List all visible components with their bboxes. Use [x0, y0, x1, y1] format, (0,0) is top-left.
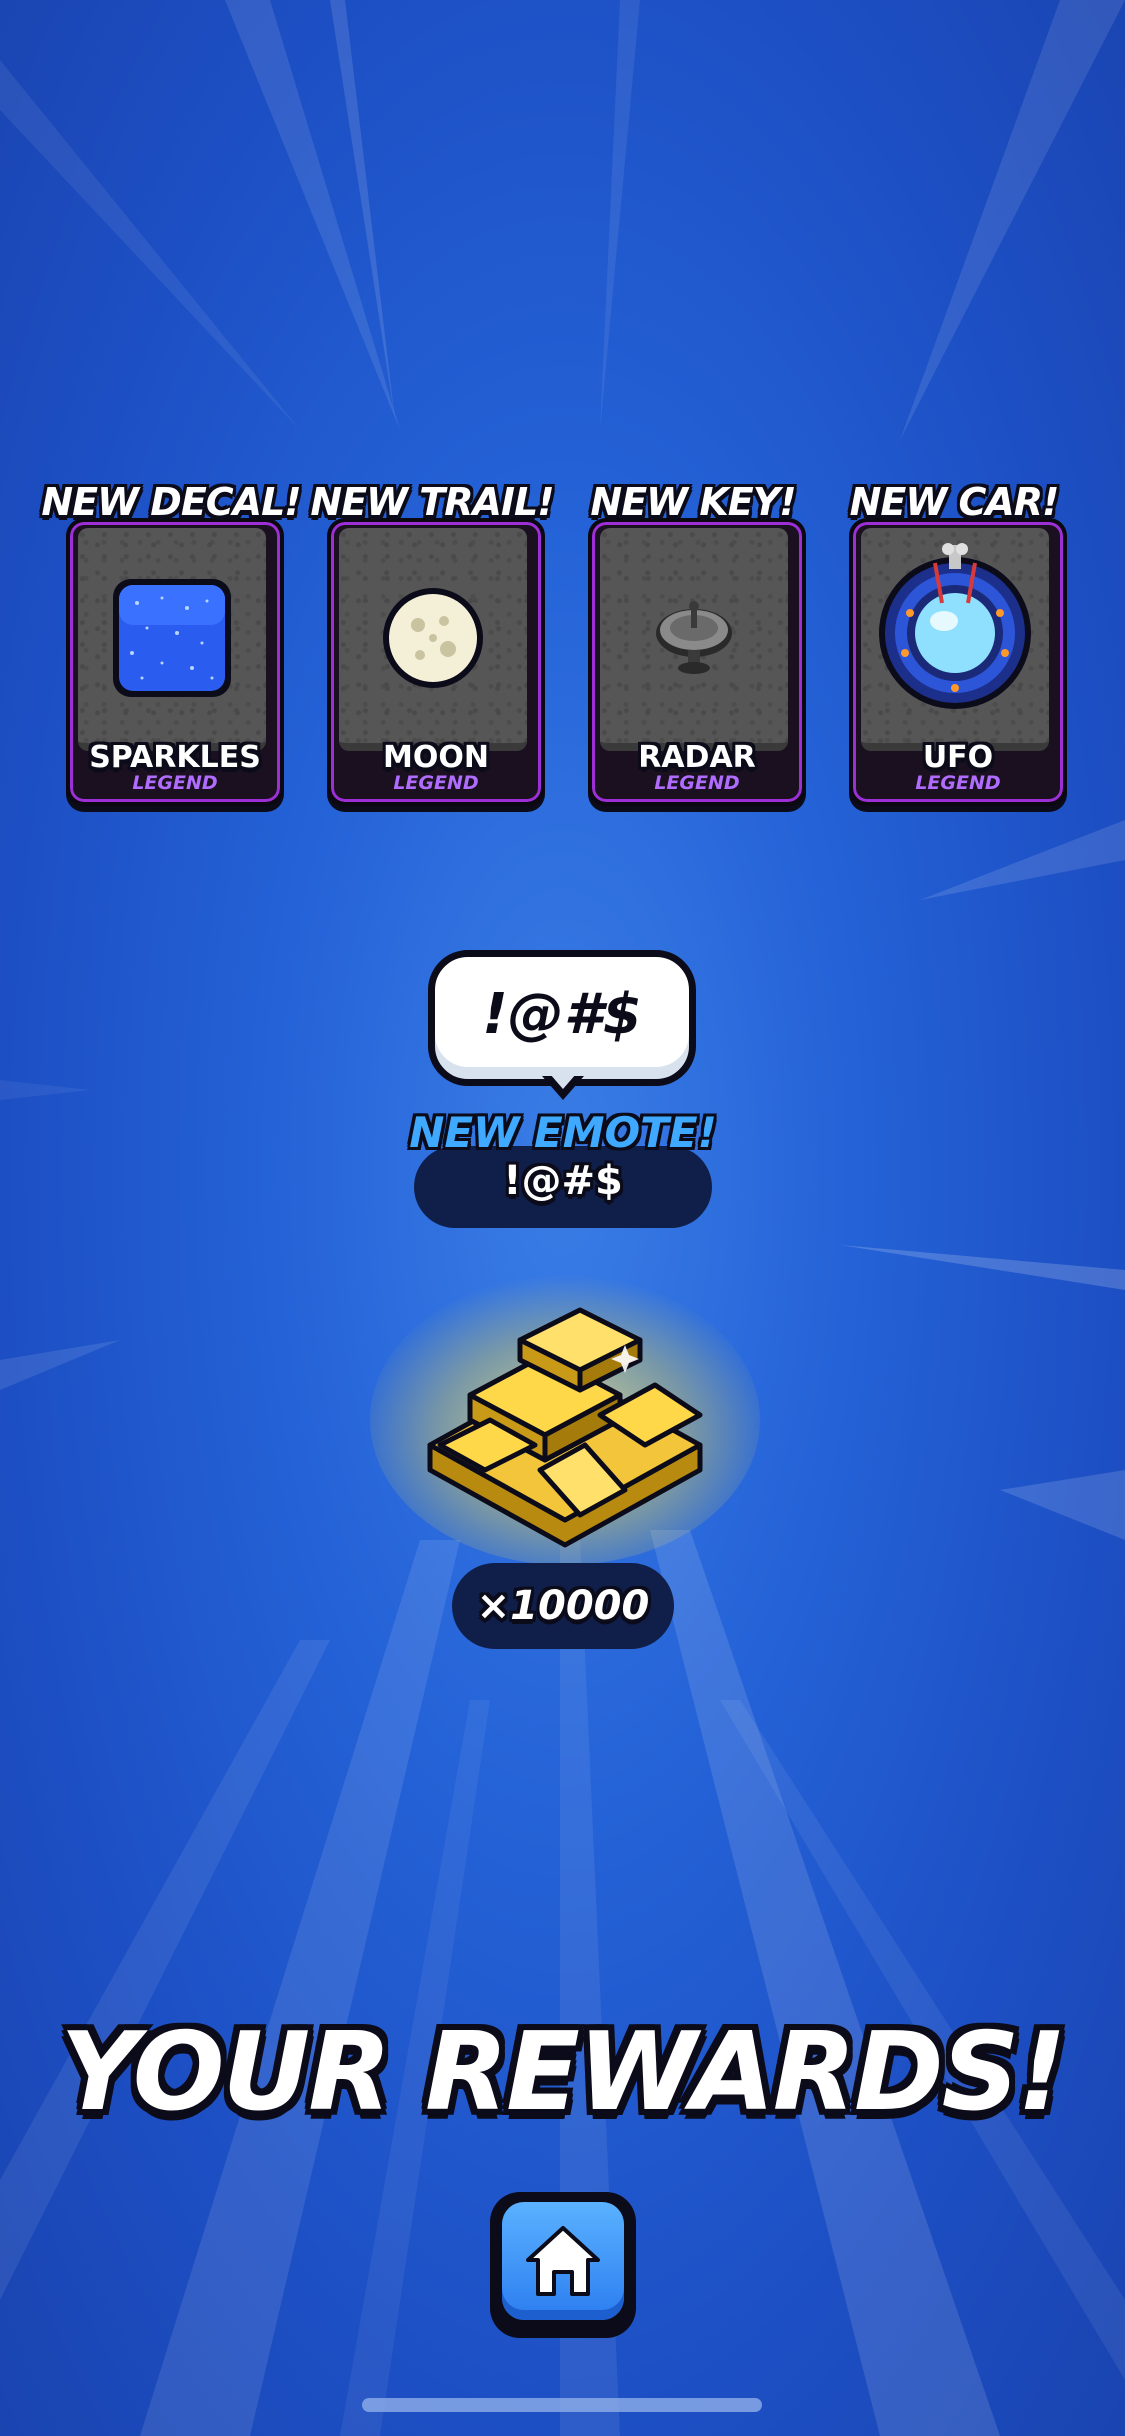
card-display-area: [339, 528, 527, 751]
reward-rarity: LEGEND: [654, 772, 740, 794]
card-frame: SPARKLES LEGEND: [66, 518, 284, 806]
reward-header: NEW KEY!: [590, 480, 796, 524]
home-icon: [526, 2226, 600, 2296]
sparkles-decal-icon: [113, 579, 231, 697]
emote-bubble-text: !@#$: [482, 981, 642, 1047]
emote-title: NEW EMOTE!: [409, 1108, 717, 1157]
reward-rarity: LEGEND: [915, 772, 1001, 794]
reward-header: NEW TRAIL!: [310, 480, 554, 524]
coin-pile-icon: [370, 1275, 760, 1565]
reward-rarity: LEGEND: [132, 772, 218, 794]
card-frame: UFO LEGEND: [849, 518, 1067, 806]
ufo-car-icon: [879, 543, 1031, 709]
card-display-area: [78, 528, 266, 751]
moon-trail-icon: [383, 588, 483, 688]
coin-amount-pill: ×10000: [452, 1563, 674, 1649]
reward-header: NEW DECAL!: [41, 480, 301, 524]
emote-name: !@#$: [503, 1158, 623, 1204]
reward-name: UFO: [922, 740, 994, 775]
card-display-area: [861, 528, 1049, 751]
home-button-face[interactable]: [502, 2202, 624, 2320]
reward-card-sparkles: NEW DECAL! SPARKLES LEGEND: [41, 480, 302, 806]
coin-amount: ×10000: [476, 1583, 650, 1629]
reward-name: MOON: [383, 740, 489, 775]
reward-header: NEW CAR!: [849, 480, 1060, 524]
page-title: YOUR REWARDS!: [60, 2010, 1066, 2135]
card-display-area: [600, 528, 788, 751]
card-frame: MOON LEGEND: [327, 518, 545, 806]
card-frame: RADAR LEGEND: [588, 518, 806, 806]
reward-name: RADAR: [638, 740, 756, 775]
reward-name: SPARKLES: [89, 740, 261, 775]
home-indicator-bar[interactable]: [362, 2398, 762, 2412]
reward-rarity: LEGEND: [393, 772, 479, 794]
home-button[interactable]: [490, 2192, 636, 2338]
reward-card-radar: NEW KEY! RADAR LEGEND: [578, 480, 808, 806]
reward-card-ufo: NEW CAR! UFO LEGEND: [839, 480, 1069, 806]
radar-key-icon: [656, 601, 732, 674]
reward-card-moon: NEW TRAIL! MOON LEGEND: [310, 480, 555, 806]
